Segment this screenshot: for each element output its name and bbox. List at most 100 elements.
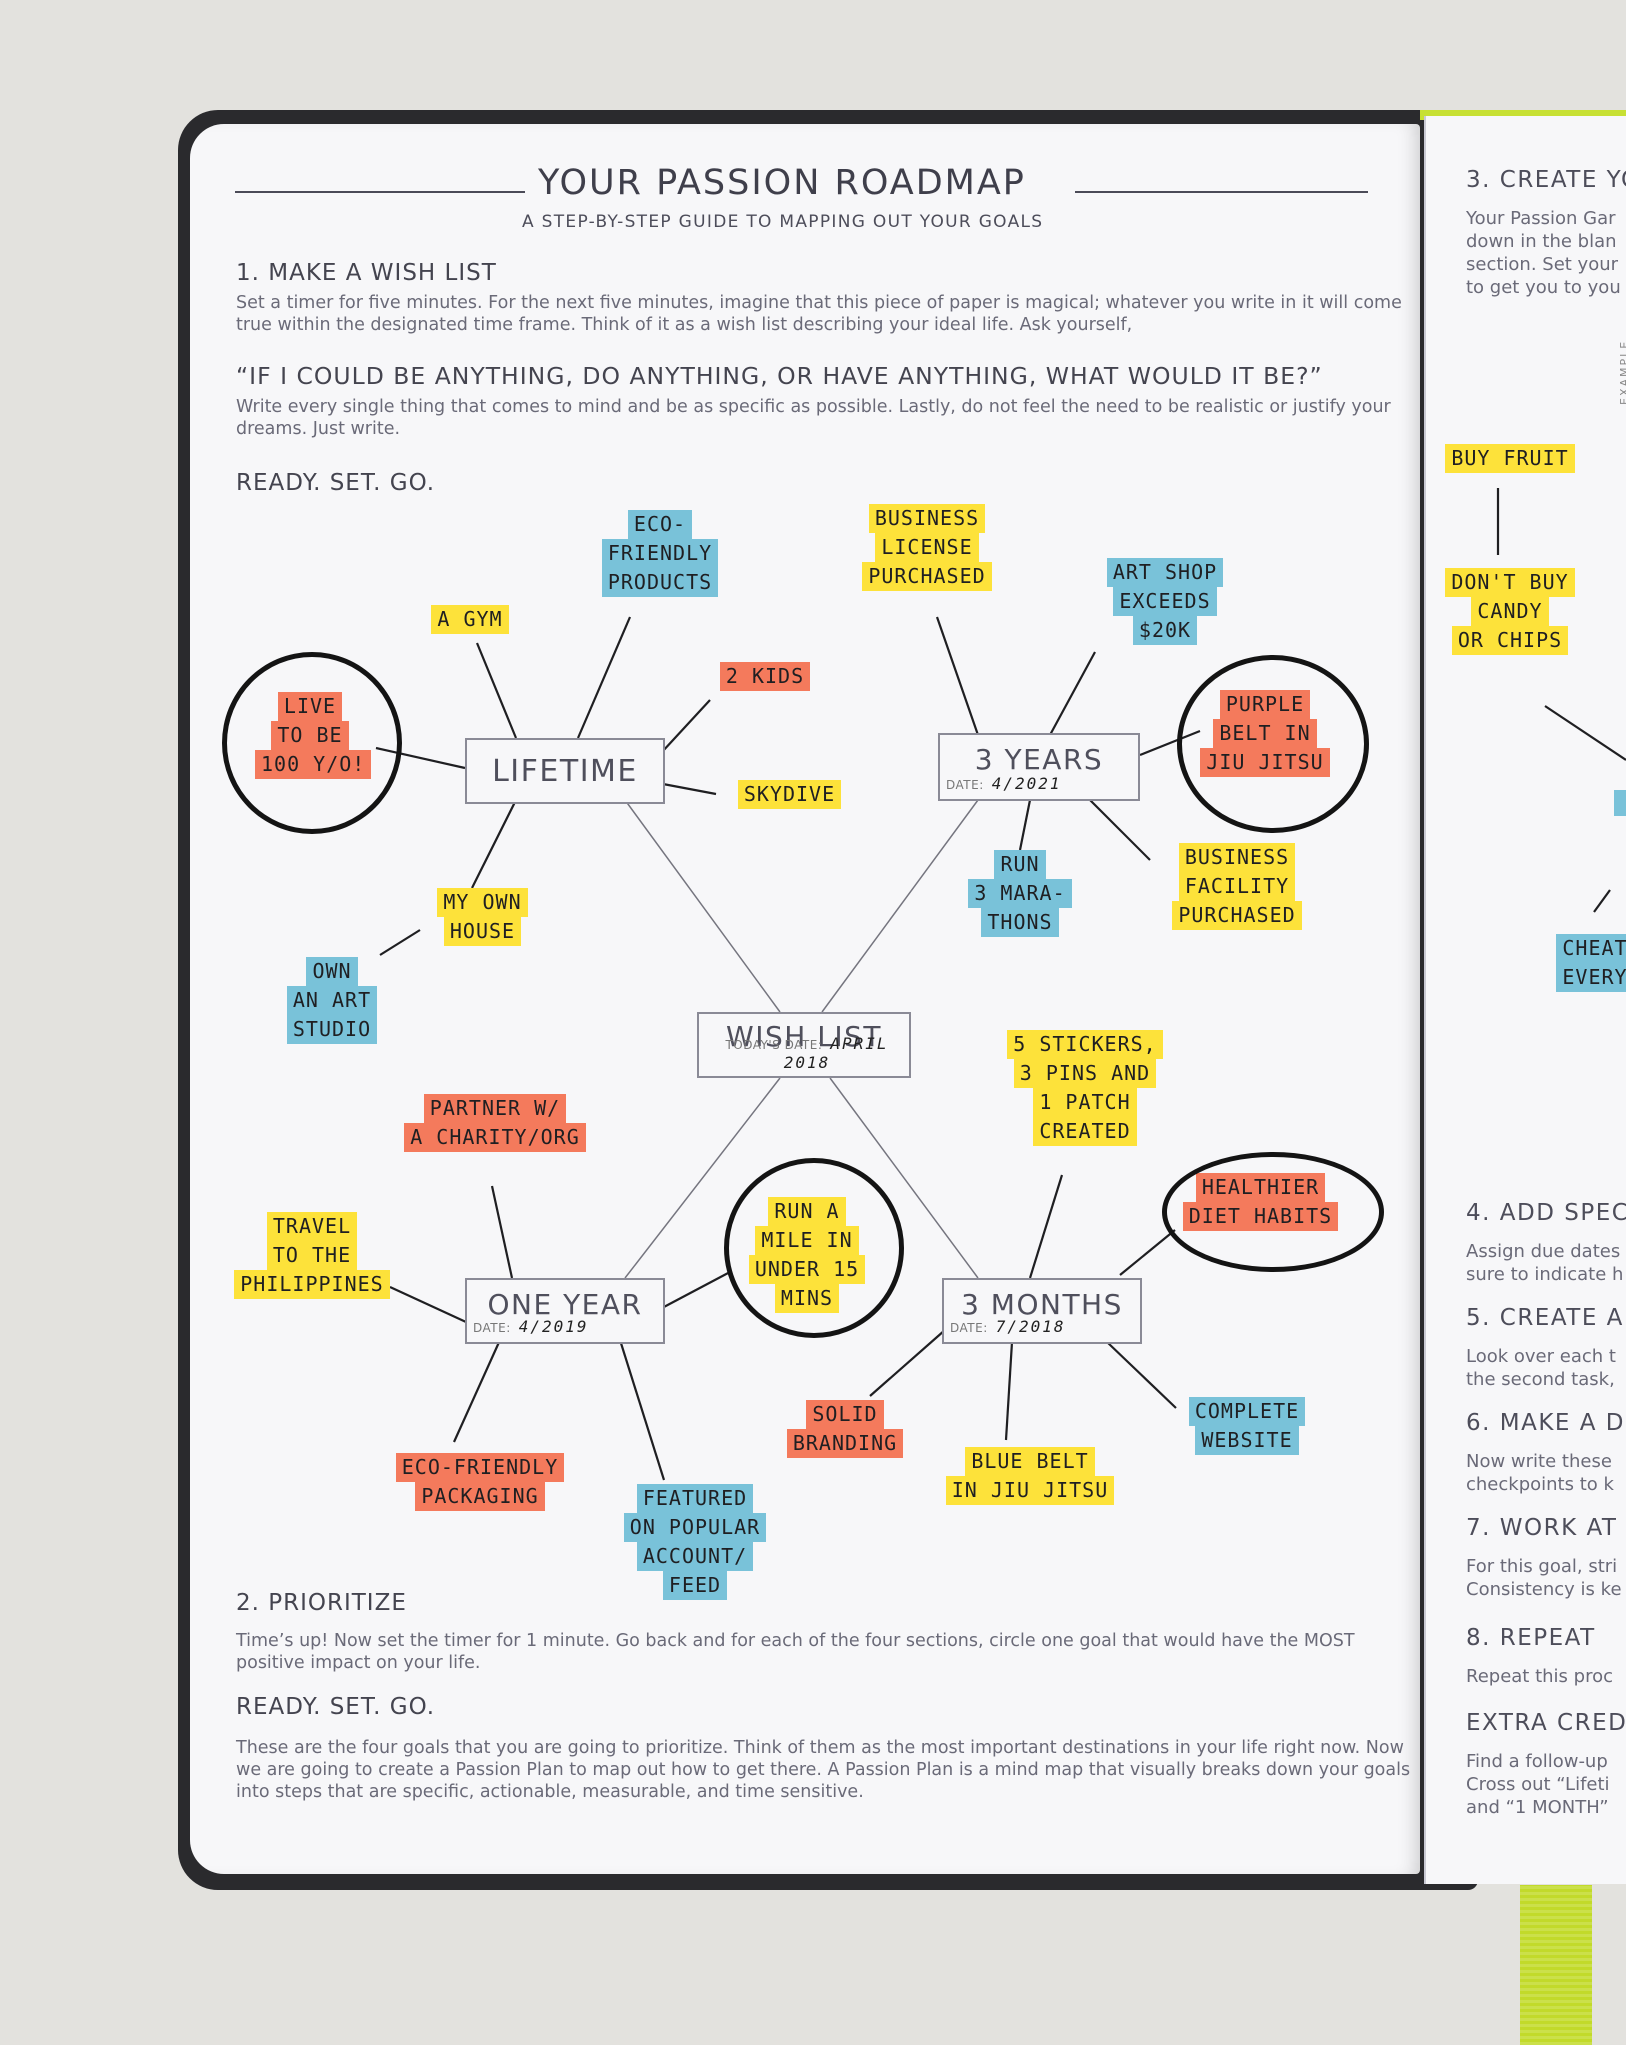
- goal-line: WEBSITE: [1195, 1426, 1299, 1455]
- right-step-line: Assign due dates: [1466, 1241, 1621, 1262]
- goal-eco-products: ECO- FRIENDLY PRODUCTS: [590, 510, 730, 597]
- goal-line: IN JIU JITSU: [945, 1476, 1115, 1505]
- goal-line: A CHARITY/ORG: [404, 1123, 586, 1152]
- goal-line: BUY FRUIT: [1445, 444, 1575, 473]
- node-lifetime: LIFETIME: [465, 738, 665, 804]
- goal-line: PURCHASED: [1172, 901, 1302, 930]
- goal-philippines: TRAVEL TO THE PHILIPPINES: [232, 1212, 392, 1299]
- goal-line: PARTNER W/: [423, 1094, 567, 1123]
- right-step-line: the second task,: [1466, 1369, 1615, 1390]
- right-step-body: Look over each t the second task,: [1466, 1345, 1626, 1391]
- goal-line: 5 STICKERS,: [1007, 1030, 1163, 1059]
- node-3-months: 3 MONTHS DATE: 7/2018: [942, 1278, 1142, 1344]
- node-3-years-date-label: DATE:: [946, 778, 984, 792]
- right-step-line: For this goal, stri: [1466, 1556, 1618, 1577]
- goal-line: PHILIPPINES: [234, 1270, 390, 1299]
- right-step-line: Look over each t: [1466, 1346, 1616, 1367]
- goal-complete-website: COMPLETE WEBSITE: [1172, 1397, 1322, 1455]
- step2-cta: READY. SET. GO.: [236, 1694, 436, 1720]
- goal-line: DON'T BUY: [1445, 568, 1575, 597]
- right-step-body: Find a follow-up Cross out “Lifeti and “1 …: [1466, 1750, 1626, 1819]
- right-step-line: Find a follow-up: [1466, 1751, 1608, 1772]
- goal-line: BUSINESS: [868, 504, 986, 533]
- goal-line: OR CHIPS: [1451, 626, 1569, 655]
- priority-circle-3-years: [1177, 655, 1369, 833]
- goal-line: AN ART: [286, 986, 378, 1015]
- goal-line: OWN: [306, 957, 358, 986]
- goal-line: PURCHASED: [862, 562, 992, 591]
- right-step-line: Now write these: [1466, 1451, 1612, 1472]
- right-step-line: Consistency is ke: [1466, 1579, 1622, 1600]
- goal-stickers: 5 STICKERS, 3 PINS AND 1 PATCH CREATED: [1000, 1030, 1170, 1146]
- right-step-line: sure to indicate h: [1466, 1264, 1624, 1285]
- node-one-year: ONE YEAR DATE: 4/2019: [465, 1278, 665, 1344]
- example-goal-partial: [1614, 790, 1626, 816]
- goal-line: HOUSE: [443, 917, 522, 946]
- goal-line: FRIENDLY: [601, 539, 719, 568]
- goal-gym: A GYM: [405, 605, 535, 634]
- goal-line: ART SHOP: [1106, 558, 1224, 587]
- right-step-heading: EXTRA CRED: [1466, 1710, 1626, 1736]
- goal-line: FEATURED: [636, 1484, 754, 1513]
- goal-line: ON POPULAR: [623, 1513, 767, 1542]
- goal-business-license: BUSINESS LICENSE PURCHASED: [852, 504, 1002, 591]
- goal-line: $20K: [1132, 616, 1198, 645]
- node-3-years-title: 3 YEARS: [974, 743, 1104, 776]
- goal-marathons: RUN 3 MARA- THONS: [955, 850, 1085, 937]
- right-step-line: and “1 MONTH”: [1466, 1797, 1609, 1818]
- goal-line: FEED: [662, 1571, 728, 1600]
- node-3-years: 3 YEARS DATE: 4/2021: [938, 733, 1140, 801]
- goal-line: 2 KIDS: [719, 662, 811, 691]
- goal-line: PRODUCTS: [601, 568, 719, 597]
- node-3-years-date: 4/2021: [991, 774, 1062, 793]
- step3-heading: 3. CREATE YO: [1466, 167, 1626, 193]
- node-wish-list-date-label: TODAY'S DATE:: [725, 1038, 823, 1052]
- goal-line: A GYM: [431, 605, 509, 634]
- goal-line: STUDIO: [286, 1015, 378, 1044]
- right-step-heading: 6. MAKE A D: [1466, 1410, 1626, 1436]
- right-step-body: Assign due dates sure to indicate h: [1466, 1240, 1626, 1286]
- goal-line: BUSINESS: [1178, 843, 1296, 872]
- right-step-line: Repeat this proc: [1466, 1666, 1613, 1687]
- goal-line: ECO-FRIENDLY: [395, 1453, 565, 1482]
- goal-line: 3 MARA-: [968, 879, 1072, 908]
- right-step-heading: 8. REPEAT: [1466, 1625, 1596, 1651]
- goal-line: TRAVEL: [266, 1212, 358, 1241]
- goal-line: SKYDIVE: [737, 780, 842, 809]
- node-one-year-date: 4/2019: [518, 1317, 589, 1336]
- step3-body: Your Passion Gar down in the blan sectio…: [1466, 208, 1621, 298]
- goal-art-shop: ART SHOP EXCEEDS $20K: [1090, 558, 1240, 645]
- step2-body2: These are the four goals that you are go…: [236, 1738, 1411, 1802]
- goal-line: PACKAGING: [415, 1482, 545, 1511]
- node-3-months-date-label: DATE:: [950, 1321, 988, 1335]
- right-step-body: Repeat this proc: [1466, 1665, 1626, 1688]
- goal-featured: FEATURED ON POPULAR ACCOUNT/FEED: [610, 1484, 780, 1600]
- goal-eco-packaging: ECO-FRIENDLY PACKAGING: [380, 1453, 580, 1511]
- example-goal-buy-fruit: BUY FRUIT: [1445, 444, 1575, 473]
- step2-heading: 2. PRIORITIZE: [236, 1590, 407, 1616]
- goal-own-house: MY OWN HOUSE: [415, 888, 550, 946]
- goal-line: 1 PATCH: [1033, 1088, 1137, 1117]
- goal-line: CHEAT: [1556, 934, 1626, 963]
- example-label: EXAMPLE: [1618, 339, 1626, 405]
- goal-art-studio: OWN AN ART STUDIO: [262, 957, 402, 1044]
- goal-2-kids: 2 KIDS: [710, 662, 820, 691]
- goal-line: 3 PINS AND: [1013, 1059, 1157, 1088]
- goal-line: MY OWN: [437, 888, 528, 917]
- goal-line: EXCEEDS: [1113, 587, 1217, 616]
- goal-line: EVERY: [1556, 963, 1626, 992]
- node-wish-list: WISH LIST TODAY'S DATE: APRIL 2018: [697, 1012, 911, 1078]
- example-goal-cheat: CHEAT EVERY: [1540, 934, 1626, 992]
- priority-circle-one-year: [724, 1158, 904, 1338]
- goal-line: ACCOUNT/: [636, 1542, 754, 1571]
- goal-line: TO THE: [266, 1241, 358, 1270]
- node-lifetime-title: LIFETIME: [492, 754, 638, 789]
- goal-solid-branding: SOLID BRANDING: [770, 1400, 920, 1458]
- goal-line: SOLID: [806, 1400, 884, 1429]
- goal-line: RUN: [994, 850, 1046, 879]
- goal-line: COMPLETE: [1188, 1397, 1306, 1426]
- right-step-line: Cross out “Lifeti: [1466, 1774, 1610, 1795]
- goal-line: THONS: [981, 908, 1059, 937]
- priority-circle-lifetime: [222, 652, 402, 834]
- goal-line: BLUE BELT: [965, 1447, 1095, 1476]
